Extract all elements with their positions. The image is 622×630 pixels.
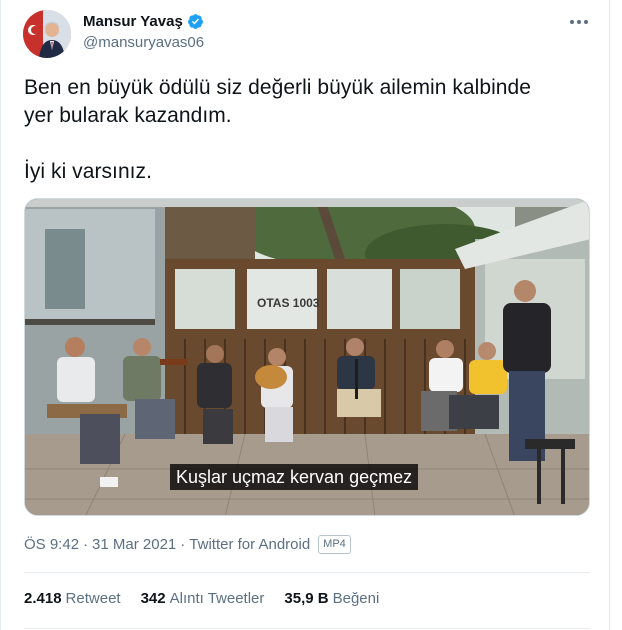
likes-label: Beğeni xyxy=(332,590,380,607)
author-display-name[interactable]: Mansur Yavaş xyxy=(83,13,183,30)
author-handle[interactable]: @mansuryavas06 xyxy=(83,34,204,51)
video-caption: Kuşlar uçmaz kervan geçmez xyxy=(170,464,419,490)
divider-bottom xyxy=(24,628,590,629)
likes-stat[interactable]: 35,9 B Beğeni xyxy=(284,590,379,607)
quotes-count: 342 xyxy=(140,590,166,607)
retweets-label: Retweet xyxy=(65,590,121,607)
media-format-badge: MP4 xyxy=(318,535,351,554)
author-avatar[interactable] xyxy=(23,10,71,58)
tweet-text: Ben en büyük ödülü siz değerli büyük ail… xyxy=(24,76,531,183)
window-sign-text: OTAS 1003 xyxy=(257,296,320,310)
meta-separator-2: · xyxy=(180,536,186,553)
avatar-image xyxy=(23,10,71,58)
tweet-date[interactable]: 31 Mar 2021 xyxy=(92,536,176,553)
tweet-meta: ÖS 9:42 · 31 Mar 2021 · Twitter for Andr… xyxy=(24,535,351,554)
author-name-row: Mansur Yavaş xyxy=(83,13,204,30)
tweet-header: Mansur Yavaş @mansuryavas06 xyxy=(23,10,591,58)
tweet-time[interactable]: ÖS 9:42 xyxy=(24,536,79,553)
tweet-container: Mansur Yavaş @mansuryavas06 Ben en büyük… xyxy=(0,0,610,630)
divider-top xyxy=(24,572,590,573)
tweet-video[interactable]: OTAS 1003 Kuşlar uçmaz kervan geçmez xyxy=(24,198,590,516)
meta-separator: · xyxy=(83,536,89,553)
quotes-stat[interactable]: 342 Alıntı Tweetler xyxy=(141,590,265,607)
retweets-stat[interactable]: 2.418 Retweet xyxy=(24,590,121,607)
verified-badge-icon xyxy=(187,13,204,30)
quotes-label: Alıntı Tweetler xyxy=(169,590,265,607)
tweet-source[interactable]: Twitter for Android xyxy=(189,536,310,553)
more-options-icon[interactable] xyxy=(567,14,591,30)
retweets-count: 2.418 xyxy=(24,590,62,607)
tweet-stats: 2.418 Retweet 342 Alıntı Tweetler 35,9 B… xyxy=(24,590,399,607)
likes-count: 35,9 B xyxy=(284,590,329,607)
